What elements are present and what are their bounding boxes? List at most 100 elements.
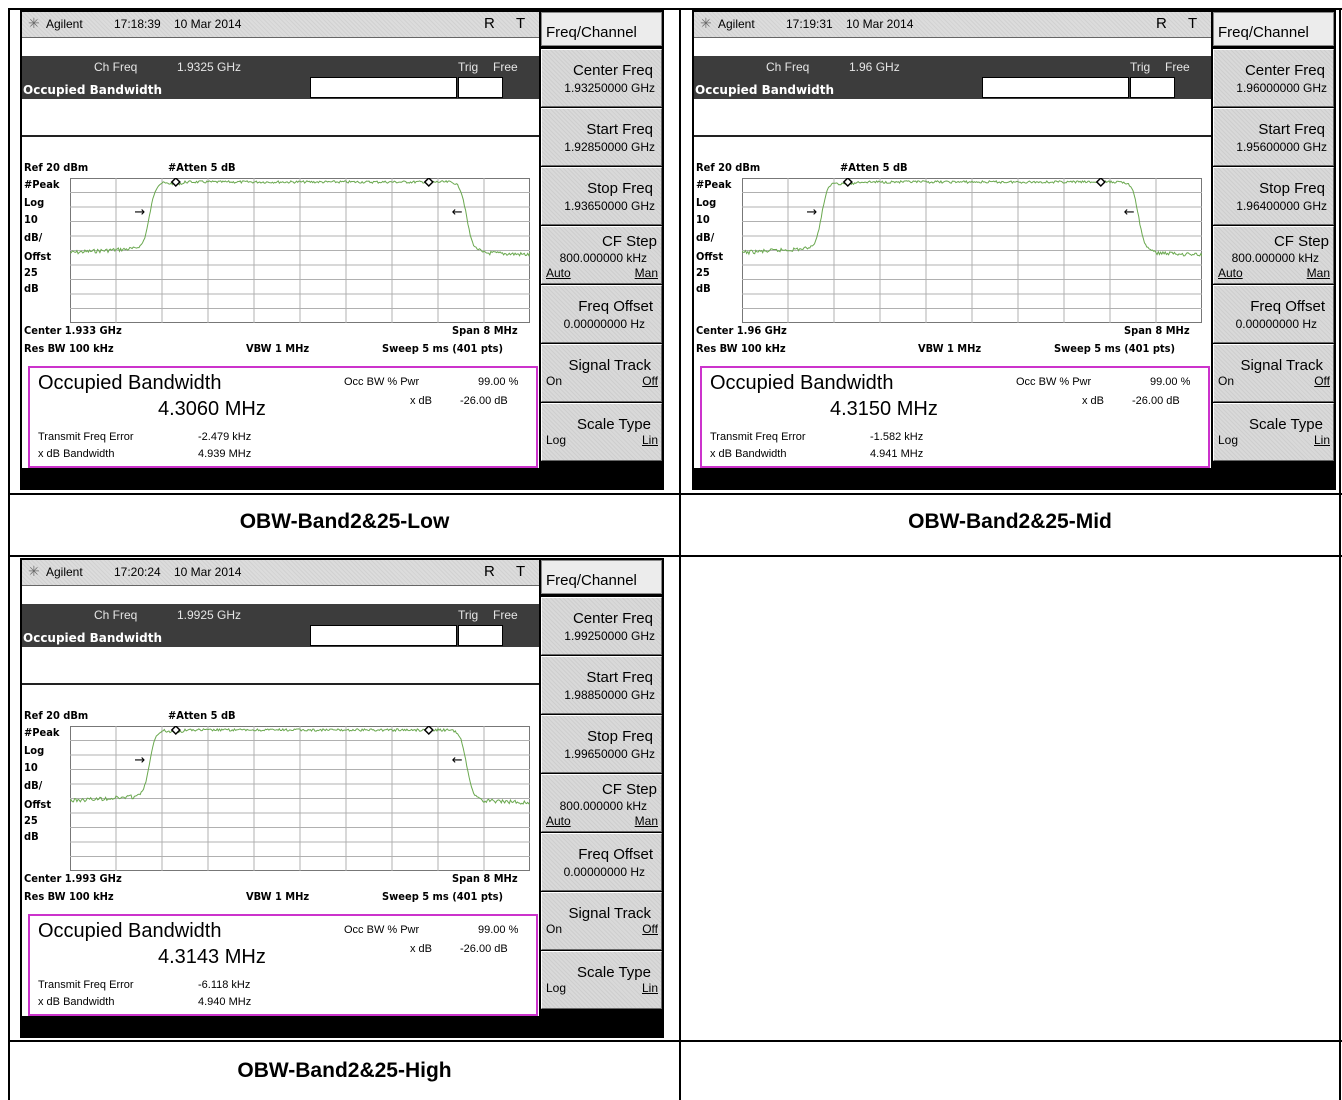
start-freq-value: 1.92850000 GHz	[564, 140, 655, 154]
scale-type-lin: Lin	[641, 433, 658, 447]
scale-label-5: 25	[24, 814, 38, 827]
signal-track-softkey[interactable]: Signal Track On Off	[541, 344, 662, 402]
start-freq-label: Start Freq	[586, 669, 653, 686]
start-freq-softkey[interactable]: Start Freq 1.95600000 GHz	[1213, 108, 1334, 166]
result-title: Occupied Bandwidth	[38, 920, 222, 942]
scale-label-0: #Peak	[696, 178, 732, 191]
menu-title: Freq/Channel	[1213, 12, 1334, 46]
scale-label-2: 10	[696, 213, 710, 226]
scale-type-label: Scale Type	[1249, 416, 1323, 433]
trig-label: Trig	[458, 608, 479, 622]
cf-step-value: 800.000000 kHz	[559, 251, 647, 265]
scale-type-softkey[interactable]: Scale Type Log Lin	[541, 403, 662, 461]
scale-label-4: Offst	[24, 250, 52, 263]
scale-type-log: Log	[1218, 433, 1239, 447]
xdb-value: -26.00 dB	[1132, 395, 1180, 407]
analyzer-screenshot-mid: ✳ Agilent 17:19:31 10 Mar 2014 R T Ch Fr…	[692, 10, 1336, 490]
start-freq-softkey[interactable]: Start Freq 1.98850000 GHz	[541, 656, 662, 714]
analyzer-screenshot-high: ✳ Agilent 17:20:24 10 Mar 2014 R T Ch Fr…	[20, 558, 664, 1038]
xdb-label: x dB	[410, 943, 433, 955]
xdb-value: -26.00 dB	[460, 943, 508, 955]
table-border-left	[8, 8, 10, 1100]
status-bar	[22, 1016, 539, 1036]
sweep-readout: Sweep 5 ms (401 pts)	[382, 890, 504, 903]
center-freq-value: 1.99250000 GHz	[564, 629, 655, 643]
center-freq-value: 1.96000000 GHz	[1236, 81, 1327, 95]
center-freq-softkey[interactable]: Center Freq 1.96000000 GHz	[1213, 49, 1334, 107]
vbw-readout: VBW 1 MHz	[918, 342, 982, 355]
start-freq-softkey[interactable]: Start Freq 1.92850000 GHz	[541, 108, 662, 166]
agilent-logo-icon: ✳	[700, 15, 712, 31]
measurement-results: Occupied Bandwidth 4.3150 MHz Occ BW % P…	[700, 366, 1210, 468]
scale-type-log: Log	[546, 981, 567, 995]
status-t: T	[1188, 15, 1198, 32]
freq-offset-softkey[interactable]: Freq Offset 0.00000000 Hz	[541, 833, 662, 891]
cf-step-softkey[interactable]: CF Step 800.000000 kHz Auto Man	[1213, 226, 1334, 284]
stop-freq-label: Stop Freq	[587, 728, 653, 745]
signal-track-off: Off	[642, 374, 658, 388]
xdb-label: x dB	[410, 395, 433, 407]
freq-offset-label: Freq Offset	[578, 846, 653, 863]
signal-track-softkey[interactable]: Signal Track On Off	[1213, 344, 1334, 402]
stop-freq-softkey[interactable]: Stop Freq 1.96400000 GHz	[1213, 167, 1334, 225]
signal-track-softkey[interactable]: Signal Track On Off	[541, 892, 662, 950]
cf-step-auto: Auto	[1218, 266, 1243, 280]
center-freq-readout: Center 1.993 GHz	[24, 872, 122, 885]
caption-low: OBW-Band2&25-Low	[239, 510, 450, 533]
start-freq-value: 1.98850000 GHz	[564, 688, 655, 702]
center-freq-softkey[interactable]: Center Freq 1.93250000 GHz	[541, 49, 662, 107]
scale-type-softkey[interactable]: Scale Type Log Lin	[541, 951, 662, 1009]
xdb-value: -26.00 dB	[460, 395, 508, 407]
signal-track-label: Signal Track	[568, 357, 651, 374]
freq-offset-label: Freq Offset	[1250, 298, 1325, 315]
stop-freq-value: 1.96400000 GHz	[1236, 199, 1327, 213]
measurement-header: Ch Freq 1.9925 GHz Trig Free Occupied Ba…	[22, 604, 539, 647]
start-freq-label: Start Freq	[1258, 121, 1325, 138]
vbw-readout: VBW 1 MHz	[246, 890, 310, 903]
scale-type-softkey[interactable]: Scale Type Log Lin	[1213, 403, 1334, 461]
scale-label-2: 10	[24, 761, 38, 774]
scale-label-4: Offst	[696, 250, 724, 263]
freq-offset-softkey[interactable]: Freq Offset 0.00000000 Hz	[541, 285, 662, 343]
agilent-logo-icon: ✳	[28, 563, 40, 579]
scale-type-label: Scale Type	[577, 416, 651, 433]
measurement-name: Occupied Bandwidth	[23, 631, 163, 645]
status-bar	[694, 468, 1211, 488]
res-bw-readout: Res BW 100 kHz	[24, 890, 114, 903]
center-freq-label: Center Freq	[572, 610, 653, 627]
tx-freq-error-value: -2.479 kHz	[198, 431, 252, 443]
analyzer-display: ✳ Agilent 17:20:24 10 Mar 2014 R T Ch Fr…	[22, 560, 539, 1036]
instrument-name: Agilent	[46, 17, 83, 31]
res-bw-readout: Res BW 100 kHz	[696, 342, 786, 355]
tx-freq-error-value: -1.582 kHz	[870, 431, 924, 443]
analyzer-display: ✳ Agilent 17:18:39 10 Mar 2014 R T Ch Fr…	[22, 12, 539, 488]
scale-label-3: dB/	[24, 231, 43, 244]
title-bar: ✳ Agilent 17:19:31 10 Mar 2014 R T	[694, 12, 1211, 38]
signal-track-off: Off	[642, 922, 658, 936]
cf-step-softkey[interactable]: CF Step 800.000000 kHz Auto Man	[541, 226, 662, 284]
attenuation: #Atten 5 dB	[168, 161, 236, 174]
ch-freq-value: 1.9325 GHz	[177, 60, 242, 74]
scale-label-1: Log	[24, 744, 45, 757]
spectrum-plot: → ←	[742, 178, 1202, 323]
cf-step-softkey[interactable]: CF Step 800.000000 kHz Auto Man	[541, 774, 662, 832]
center-freq-softkey[interactable]: Center Freq 1.99250000 GHz	[541, 597, 662, 655]
status-t: T	[516, 563, 526, 580]
status-bar	[22, 468, 539, 488]
result-value: 4.3143 MHz	[158, 946, 266, 968]
start-freq-value: 1.95600000 GHz	[1236, 140, 1327, 154]
freq-offset-label: Freq Offset	[578, 298, 653, 315]
header-field-2	[458, 625, 503, 646]
cf-step-man: Man	[1306, 266, 1330, 280]
res-bw-readout: Res BW 100 kHz	[24, 342, 114, 355]
freq-offset-softkey[interactable]: Freq Offset 0.00000000 Hz	[1213, 285, 1334, 343]
cf-step-label: CF Step	[601, 781, 657, 798]
ch-freq-value: 1.9925 GHz	[177, 608, 242, 622]
timestamp-time: 17:18:39	[114, 17, 161, 31]
stop-freq-softkey[interactable]: Stop Freq 1.93650000 GHz	[541, 167, 662, 225]
caption-mid: OBW-Band2&25-Mid	[908, 510, 1112, 533]
signal-track-label: Signal Track	[1240, 357, 1323, 374]
xdb-label: x dB	[1082, 395, 1105, 407]
stop-freq-softkey[interactable]: Stop Freq 1.99650000 GHz	[541, 715, 662, 773]
menu-title-label: Freq/Channel	[546, 572, 637, 589]
